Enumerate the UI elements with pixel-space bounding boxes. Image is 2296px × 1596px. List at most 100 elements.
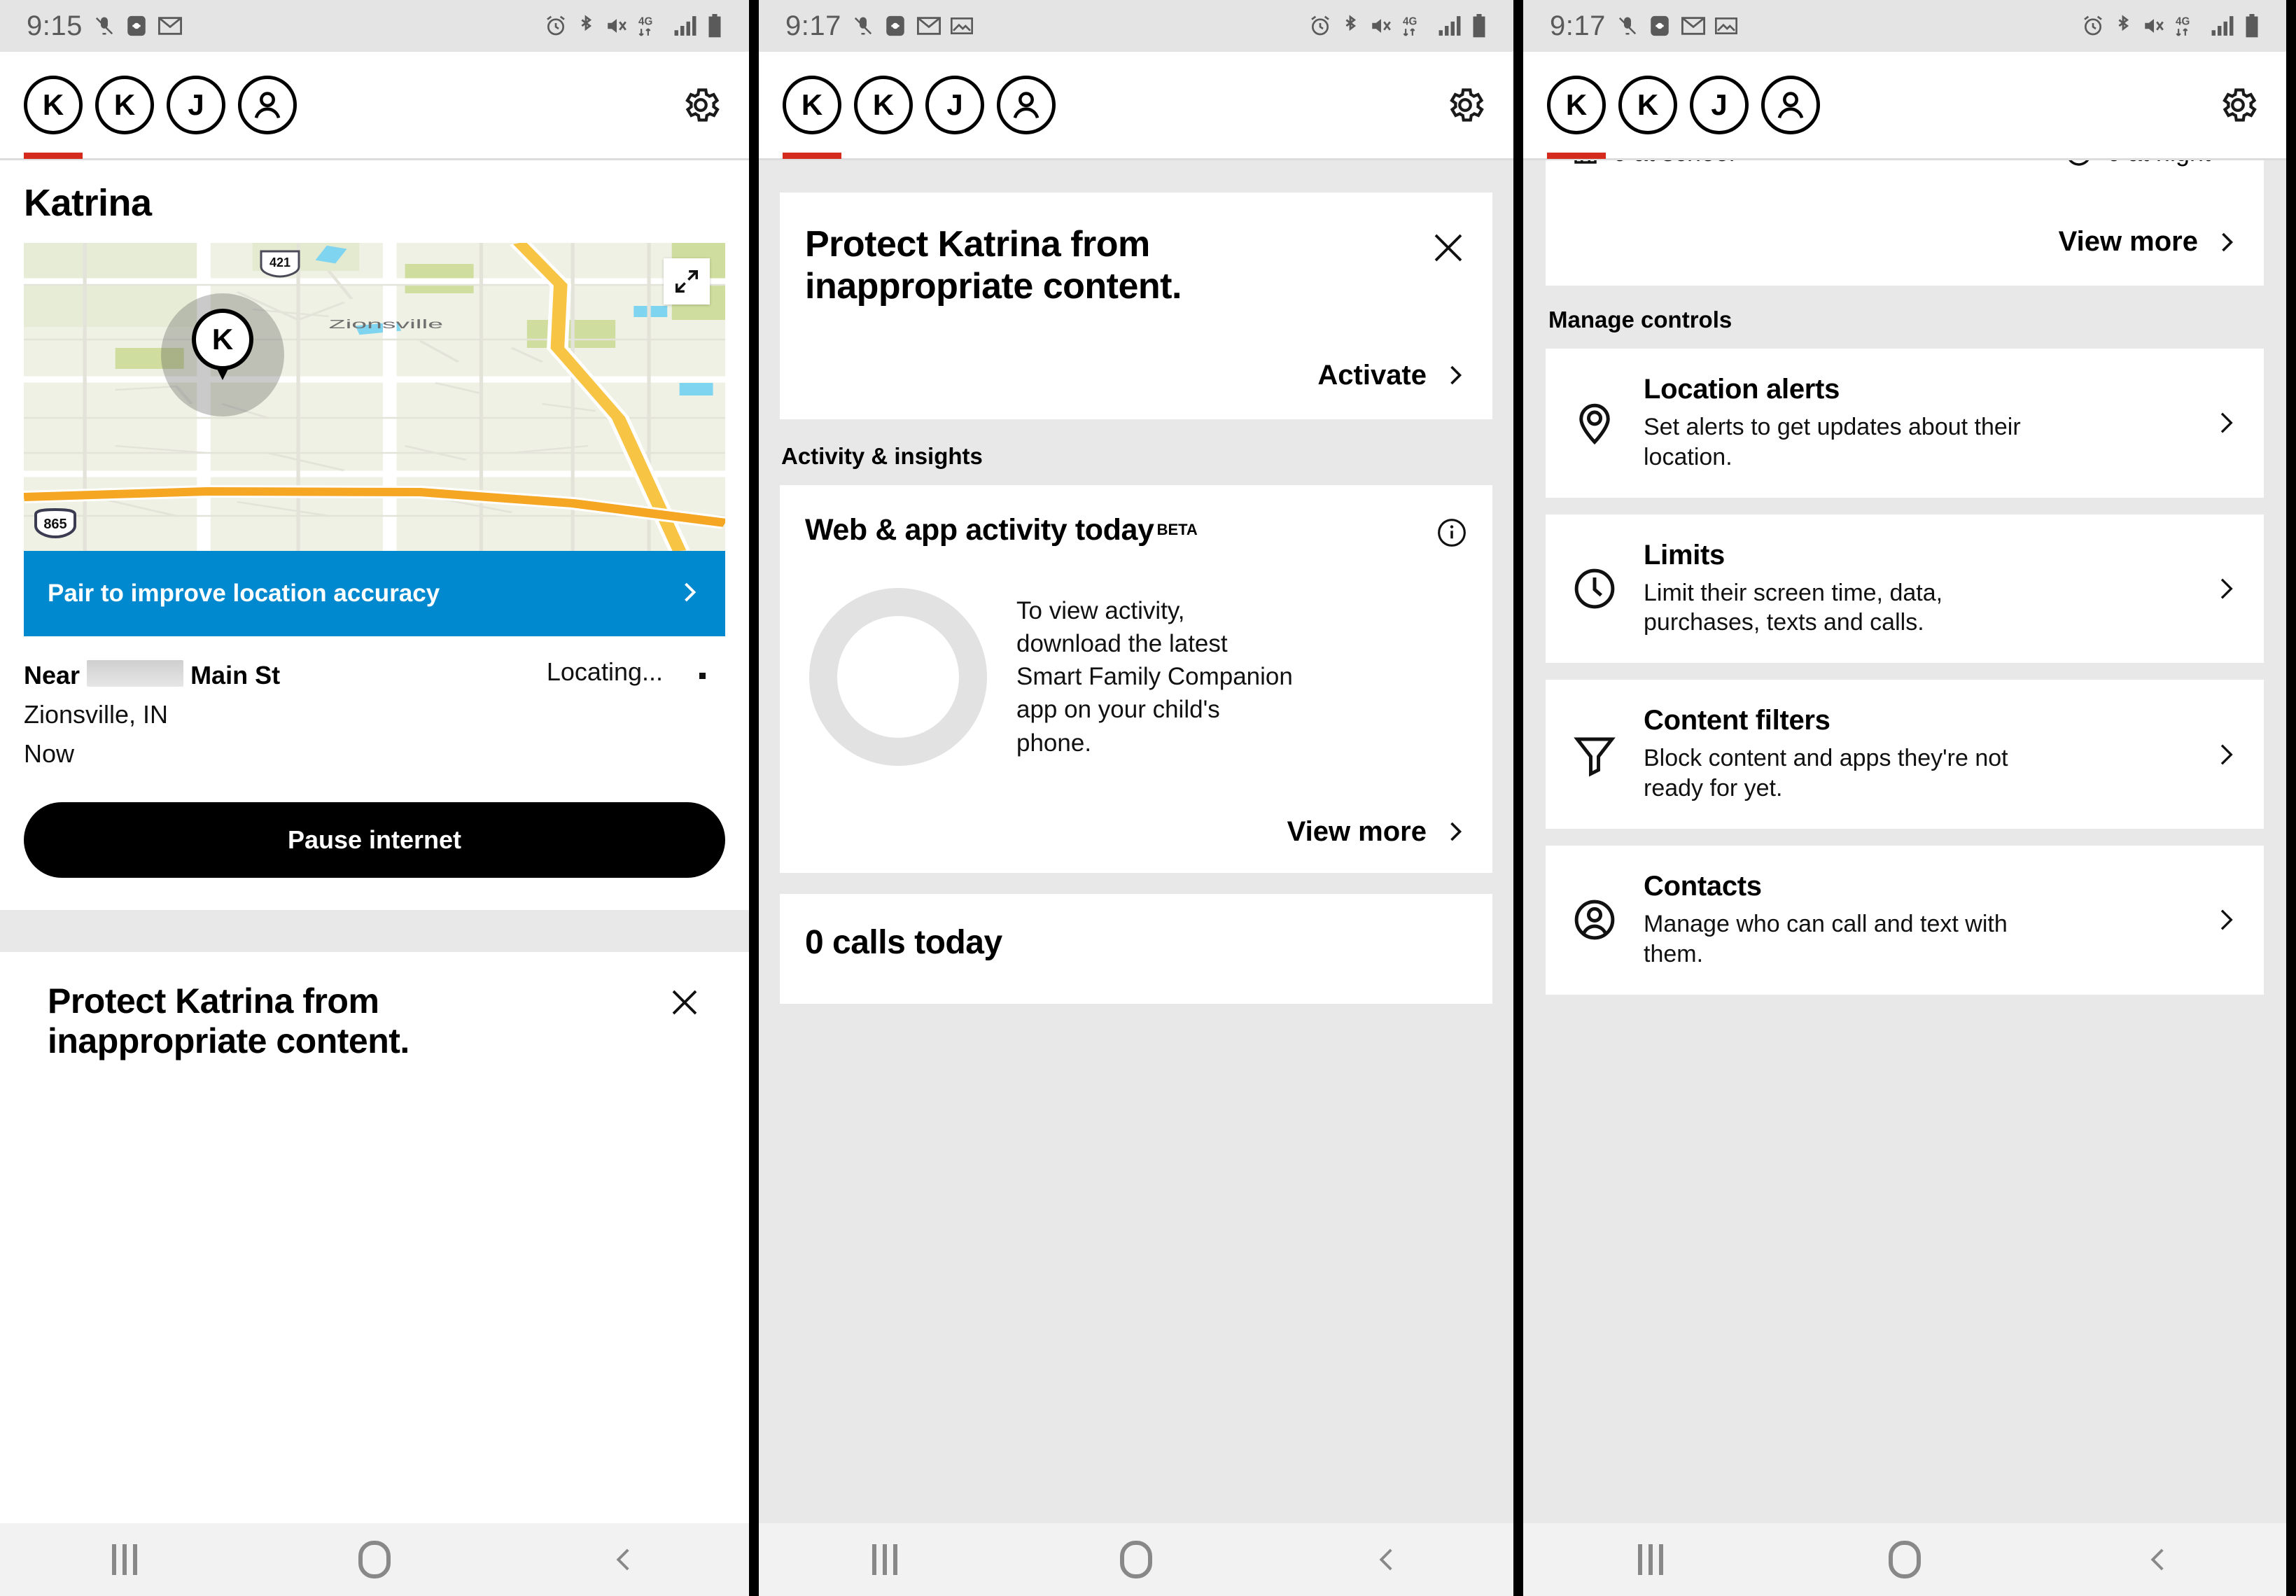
avatar-add-person[interactable] — [1761, 76, 1820, 134]
settings-gear-button[interactable] — [676, 80, 725, 130]
svg-text:865: 865 — [43, 517, 66, 532]
close-icon — [1434, 234, 1462, 262]
recents-icon — [1637, 1544, 1663, 1575]
gmail-icon — [916, 17, 941, 35]
stat-at-night: 0 at night — [2065, 160, 2211, 167]
pause-internet-button[interactable]: Pause internet — [24, 802, 725, 878]
location-street: Near Main St — [24, 657, 280, 690]
person-icon — [1013, 92, 1040, 119]
view-more-link[interactable]: View more — [1571, 226, 2239, 258]
user-map-pin[interactable]: K — [192, 309, 253, 380]
back-button[interactable] — [568, 1523, 680, 1596]
activate-label: Activate — [1317, 359, 1427, 391]
info-button[interactable] — [1436, 517, 1467, 552]
protect-close-button[interactable] — [1429, 223, 1467, 270]
avatar-add-person[interactable] — [997, 76, 1056, 134]
signal-icon — [2211, 16, 2234, 36]
back-button[interactable] — [2103, 1523, 2215, 1596]
avatar-member-3[interactable]: J — [167, 76, 225, 134]
protect-title: Protect Katrina from inappropriate conte… — [805, 224, 1182, 307]
home-icon — [1119, 1541, 1152, 1578]
school-icon — [1574, 160, 1597, 164]
web-app-activity-title-wrap: Web & app activity today BETA — [805, 513, 1198, 547]
chevron-right-icon — [2208, 575, 2243, 603]
avatar-member-2[interactable]: K — [1618, 76, 1677, 134]
avatar-member-3[interactable]: J — [1690, 76, 1749, 134]
screen-controls: 9:17 4G K K J View more Manage controls … — [1523, 0, 2286, 1596]
control-location-alerts[interactable]: Location alerts Set alerts to get update… — [1546, 349, 2264, 498]
bluetooth-icon — [1345, 15, 1357, 31]
locating-dot — [699, 673, 706, 679]
person-circle-icon — [1567, 897, 1623, 943]
stat-at-school-label: 0 at school — [1613, 160, 1735, 167]
recents-icon — [112, 1544, 138, 1575]
back-icon — [1379, 1548, 1392, 1571]
promo-title: Protect Katrina from inappropriate conte… — [48, 981, 410, 1060]
avatar-member-3[interactable]: J — [925, 76, 984, 134]
recents-button[interactable] — [1595, 1523, 1707, 1596]
status-left-icons — [1617, 14, 1737, 38]
clock-icon — [1567, 566, 1623, 612]
chevron-right-icon — [2208, 409, 2243, 437]
avatar-member-2[interactable]: K — [854, 76, 913, 134]
control-description: Block content and apps they're not ready… — [1644, 745, 2008, 802]
manage-controls-label: Manage controls — [1548, 307, 1732, 332]
three-screenshot-strip: 9:15 4G K K J Katrina Zionsville 421 865… — [0, 0, 2296, 1596]
screen-body: Katrina Zionsville 421 865 K Pair to imp… — [0, 160, 749, 1523]
protect-promo-card[interactable]: Protect Katrina from inappropriate conte… — [24, 952, 725, 1096]
page-title: Katrina — [24, 182, 152, 224]
avatar-add-person[interactable] — [238, 76, 297, 134]
android-nav-bar — [759, 1523, 1513, 1596]
avatar-list: K K J — [1547, 76, 1820, 159]
stat-at-school: 0 at school — [1571, 160, 1735, 167]
home-icon — [358, 1541, 391, 1578]
control-limits[interactable]: Limits Limit their screen time, data, pu… — [1546, 514, 2264, 664]
home-button[interactable] — [318, 1523, 430, 1596]
location-map[interactable]: Zionsville 421 865 K — [24, 243, 725, 551]
avatar-member-2[interactable]: K — [95, 76, 154, 134]
chevron-right-icon — [676, 580, 701, 608]
person-icon — [254, 92, 281, 119]
web-app-activity-card[interactable]: Web & app activity today BETA To view act… — [780, 484, 1492, 873]
protect-promo-card[interactable]: Protect Katrina from inappropriate conte… — [780, 192, 1492, 419]
recents-button[interactable] — [829, 1523, 941, 1596]
close-icon — [672, 990, 697, 1015]
avatar-initial: K — [1637, 88, 1659, 121]
control-contacts[interactable]: Contacts Manage who can call and text wi… — [1546, 845, 2264, 995]
location-stats-card-clipped[interactable]: 0 at school 0 at night View more — [1546, 160, 2264, 286]
settings-gear-button[interactable] — [2213, 80, 2262, 130]
4g-lte-icon: 4G — [638, 16, 652, 36]
recents-icon — [872, 1544, 897, 1575]
back-icon — [616, 1548, 629, 1571]
status-bar: 9:17 4G — [1523, 0, 2286, 52]
gmail-icon — [1681, 17, 1705, 35]
chevron-right-icon — [1450, 822, 1462, 841]
4g-lte-icon: 4G — [1403, 16, 1417, 36]
control-content-filters[interactable]: Content filters Block content and apps t… — [1546, 680, 2264, 829]
promo-close-button[interactable] — [668, 981, 701, 1023]
avatar-header: K K J — [759, 52, 1513, 159]
control-description: Set alerts to get updates about their lo… — [1644, 414, 2021, 470]
view-more-label: View more — [2058, 226, 2198, 257]
view-more-link[interactable]: View more — [805, 816, 1467, 848]
status-right-icons: 4G — [1309, 14, 1487, 38]
recents-button[interactable] — [69, 1523, 181, 1596]
pair-location-banner[interactable]: Pair to improve location accuracy — [24, 551, 725, 636]
alarm-icon — [547, 15, 565, 36]
section-activity-insights-label: Activity & insights — [781, 442, 983, 469]
stat-at-night-label: 0 at night — [2107, 160, 2211, 167]
avatar-initial: J — [1711, 88, 1728, 121]
map-expand-button[interactable] — [664, 258, 710, 304]
activate-link[interactable]: Activate — [805, 360, 1467, 391]
avatar-katrina[interactable]: K — [24, 76, 83, 159]
calls-today-card[interactable]: 0 calls today — [780, 893, 1492, 1004]
back-button[interactable] — [1331, 1523, 1443, 1596]
android-nav-bar — [0, 1523, 749, 1596]
avatar-katrina[interactable]: K — [1547, 76, 1606, 159]
home-button[interactable] — [1849, 1523, 1961, 1596]
avatar-katrina[interactable]: K — [783, 76, 841, 159]
gear-icon — [2222, 88, 2257, 122]
home-button[interactable] — [1080, 1523, 1192, 1596]
info-icon — [1438, 518, 1466, 547]
settings-gear-button[interactable] — [1441, 80, 1490, 130]
